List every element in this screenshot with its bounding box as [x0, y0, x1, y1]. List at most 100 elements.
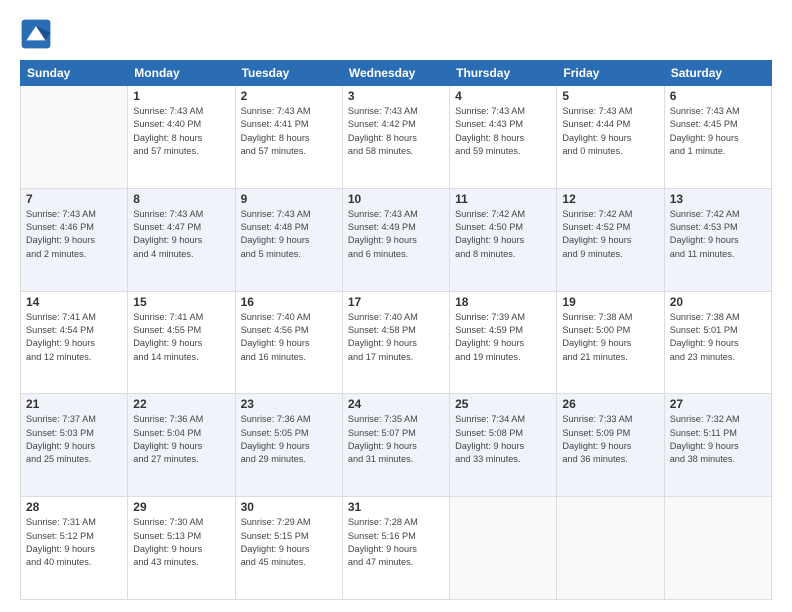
calendar-day-cell [450, 497, 557, 600]
day-number: 13 [670, 192, 766, 206]
calendar-day-header: Thursday [450, 61, 557, 86]
day-info: Sunrise: 7:39 AMSunset: 4:59 PMDaylight:… [455, 311, 551, 364]
calendar-day-cell: 5 Sunrise: 7:43 AMSunset: 4:44 PMDaylight… [557, 86, 664, 189]
day-number: 9 [241, 192, 337, 206]
day-info: Sunrise: 7:36 AMSunset: 5:05 PMDaylight:… [241, 413, 337, 466]
calendar-header-row: SundayMondayTuesdayWednesdayThursdayFrid… [21, 61, 772, 86]
calendar-day-cell: 12 Sunrise: 7:42 AMSunset: 4:52 PMDayligh… [557, 188, 664, 291]
calendar-day-cell: 10 Sunrise: 7:43 AMSunset: 4:49 PMDayligh… [342, 188, 449, 291]
calendar-day-cell: 29 Sunrise: 7:30 AMSunset: 5:13 PMDayligh… [128, 497, 235, 600]
calendar-day-header: Wednesday [342, 61, 449, 86]
day-info: Sunrise: 7:37 AMSunset: 5:03 PMDaylight:… [26, 413, 122, 466]
day-number: 18 [455, 295, 551, 309]
day-info: Sunrise: 7:40 AMSunset: 4:56 PMDaylight:… [241, 311, 337, 364]
calendar-day-cell: 24Sunrise: 7:35 AMSunset: 5:07 PMDayligh… [342, 394, 449, 497]
day-number: 27 [670, 397, 766, 411]
calendar-day-cell: 25 Sunrise: 7:34 AMSunset: 5:08 PMDayligh… [450, 394, 557, 497]
day-info: Sunrise: 7:42 AMSunset: 4:50 PMDaylight:… [455, 208, 551, 261]
logo-icon [20, 18, 52, 50]
day-info: Sunrise: 7:32 AMSunset: 5:11 PMDaylight:… [670, 413, 766, 466]
day-number: 22 [133, 397, 229, 411]
day-number: 28 [26, 500, 122, 514]
calendar-day-cell: 9 Sunrise: 7:43 AMSunset: 4:48 PMDaylight… [235, 188, 342, 291]
day-number: 10 [348, 192, 444, 206]
calendar-day-cell: 22 Sunrise: 7:36 AMSunset: 5:04 PMDayligh… [128, 394, 235, 497]
day-info: Sunrise: 7:35 AMSunset: 5:07 PMDaylight:… [348, 413, 444, 466]
day-number: 17 [348, 295, 444, 309]
calendar-day-cell [21, 86, 128, 189]
calendar-day-cell: 6 Sunrise: 7:43 AMSunset: 4:45 PMDaylight… [664, 86, 771, 189]
day-number: 6 [670, 89, 766, 103]
day-number: 7 [26, 192, 122, 206]
day-info: Sunrise: 7:43 AMSunset: 4:40 PMDaylight:… [133, 105, 229, 158]
calendar-week-row: 7 Sunrise: 7:43 AMSunset: 4:46 PMDaylight… [21, 188, 772, 291]
calendar-day-cell: 28 Sunrise: 7:31 AMSunset: 5:12 PMDayligh… [21, 497, 128, 600]
day-number: 12 [562, 192, 658, 206]
day-number: 20 [670, 295, 766, 309]
day-info: Sunrise: 7:43 AMSunset: 4:49 PMDaylight:… [348, 208, 444, 261]
day-number: 26 [562, 397, 658, 411]
day-number: 5 [562, 89, 658, 103]
day-info: Sunrise: 7:31 AMSunset: 5:12 PMDaylight:… [26, 516, 122, 569]
day-number: 16 [241, 295, 337, 309]
calendar-day-cell: 4Sunrise: 7:43 AMSunset: 4:43 PMDaylight… [450, 86, 557, 189]
day-number: 3 [348, 89, 444, 103]
calendar-week-row: 14Sunrise: 7:41 AMSunset: 4:54 PMDayligh… [21, 291, 772, 394]
header [20, 18, 772, 50]
day-info: Sunrise: 7:43 AMSunset: 4:44 PMDaylight:… [562, 105, 658, 158]
page: SundayMondayTuesdayWednesdayThursdayFrid… [0, 0, 792, 612]
calendar-day-cell: 7 Sunrise: 7:43 AMSunset: 4:46 PMDaylight… [21, 188, 128, 291]
calendar-day-cell [557, 497, 664, 600]
day-info: Sunrise: 7:34 AMSunset: 5:08 PMDaylight:… [455, 413, 551, 466]
day-info: Sunrise: 7:36 AMSunset: 5:04 PMDaylight:… [133, 413, 229, 466]
calendar-week-row: 21Sunrise: 7:37 AMSunset: 5:03 PMDayligh… [21, 394, 772, 497]
day-info: Sunrise: 7:43 AMSunset: 4:48 PMDaylight:… [241, 208, 337, 261]
calendar-day-cell: 27 Sunrise: 7:32 AMSunset: 5:11 PMDayligh… [664, 394, 771, 497]
day-number: 11 [455, 192, 551, 206]
calendar-day-header: Monday [128, 61, 235, 86]
day-number: 19 [562, 295, 658, 309]
day-number: 30 [241, 500, 337, 514]
calendar-day-cell: 21Sunrise: 7:37 AMSunset: 5:03 PMDayligh… [21, 394, 128, 497]
day-info: Sunrise: 7:41 AMSunset: 4:55 PMDaylight:… [133, 311, 229, 364]
day-number: 29 [133, 500, 229, 514]
calendar-day-header: Sunday [21, 61, 128, 86]
calendar-day-cell: 11 Sunrise: 7:42 AMSunset: 4:50 PMDayligh… [450, 188, 557, 291]
calendar-week-row: 1 Sunrise: 7:43 AMSunset: 4:40 PMDaylight… [21, 86, 772, 189]
day-number: 31 [348, 500, 444, 514]
day-info: Sunrise: 7:29 AMSunset: 5:15 PMDaylight:… [241, 516, 337, 569]
day-info: Sunrise: 7:40 AMSunset: 4:58 PMDaylight:… [348, 311, 444, 364]
calendar-day-cell: 1 Sunrise: 7:43 AMSunset: 4:40 PMDaylight… [128, 86, 235, 189]
day-number: 15 [133, 295, 229, 309]
calendar-day-cell: 15 Sunrise: 7:41 AMSunset: 4:55 PMDayligh… [128, 291, 235, 394]
day-number: 23 [241, 397, 337, 411]
calendar-day-cell: 8Sunrise: 7:43 AMSunset: 4:47 PMDaylight… [128, 188, 235, 291]
day-info: Sunrise: 7:43 AMSunset: 4:45 PMDaylight:… [670, 105, 766, 158]
calendar-day-cell: 13 Sunrise: 7:42 AMSunset: 4:53 PMDayligh… [664, 188, 771, 291]
day-info: Sunrise: 7:43 AMSunset: 4:46 PMDaylight:… [26, 208, 122, 261]
calendar-table: SundayMondayTuesdayWednesdayThursdayFrid… [20, 60, 772, 600]
calendar-day-cell: 3 Sunrise: 7:43 AMSunset: 4:42 PMDaylight… [342, 86, 449, 189]
calendar-day-header: Tuesday [235, 61, 342, 86]
calendar-day-cell: 20 Sunrise: 7:38 AMSunset: 5:01 PMDayligh… [664, 291, 771, 394]
calendar-week-row: 28 Sunrise: 7:31 AMSunset: 5:12 PMDayligh… [21, 497, 772, 600]
day-info: Sunrise: 7:30 AMSunset: 5:13 PMDaylight:… [133, 516, 229, 569]
day-info: Sunrise: 7:43 AMSunset: 4:42 PMDaylight:… [348, 105, 444, 158]
day-info: Sunrise: 7:41 AMSunset: 4:54 PMDaylight:… [26, 311, 122, 364]
day-number: 25 [455, 397, 551, 411]
day-info: Sunrise: 7:42 AMSunset: 4:53 PMDaylight:… [670, 208, 766, 261]
calendar-day-header: Friday [557, 61, 664, 86]
day-info: Sunrise: 7:28 AMSunset: 5:16 PMDaylight:… [348, 516, 444, 569]
day-number: 1 [133, 89, 229, 103]
calendar-day-cell: 30 Sunrise: 7:29 AMSunset: 5:15 PMDayligh… [235, 497, 342, 600]
calendar-day-cell [664, 497, 771, 600]
calendar-day-header: Saturday [664, 61, 771, 86]
day-info: Sunrise: 7:38 AMSunset: 5:01 PMDaylight:… [670, 311, 766, 364]
day-info: Sunrise: 7:42 AMSunset: 4:52 PMDaylight:… [562, 208, 658, 261]
calendar-day-cell: 23 Sunrise: 7:36 AMSunset: 5:05 PMDayligh… [235, 394, 342, 497]
day-info: Sunrise: 7:43 AMSunset: 4:41 PMDaylight:… [241, 105, 337, 158]
calendar-day-cell: 17 Sunrise: 7:40 AMSunset: 4:58 PMDayligh… [342, 291, 449, 394]
calendar-day-cell: 26Sunrise: 7:33 AMSunset: 5:09 PMDayligh… [557, 394, 664, 497]
day-info: Sunrise: 7:38 AMSunset: 5:00 PMDaylight:… [562, 311, 658, 364]
calendar-day-cell: 18 Sunrise: 7:39 AMSunset: 4:59 PMDayligh… [450, 291, 557, 394]
